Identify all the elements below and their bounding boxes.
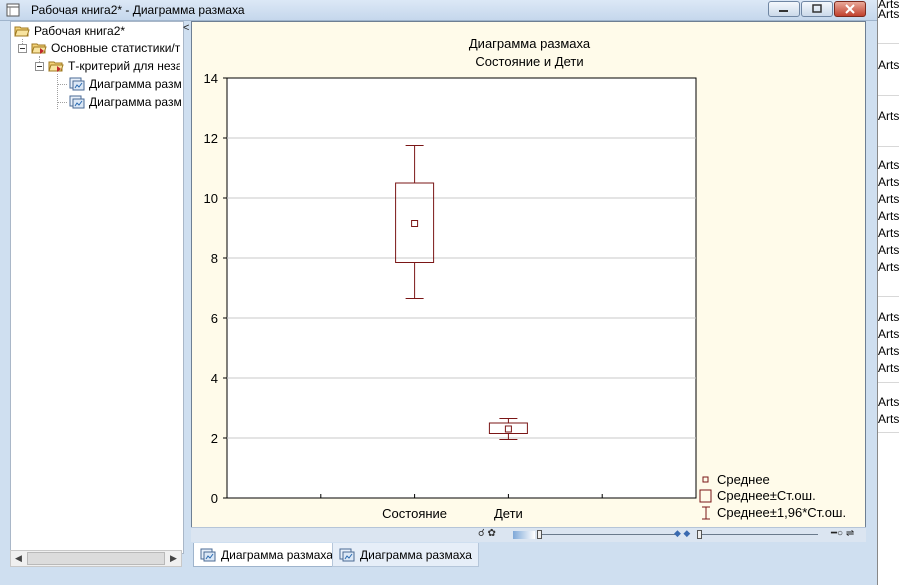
window-title: Рабочая книга2* - Диаграмма размаха xyxy=(31,3,245,17)
y-tick-label: 4 xyxy=(211,371,218,386)
sheet-cell[interactable]: Arts xyxy=(878,7,899,21)
tree-label: Т-критерий для неза xyxy=(68,59,180,73)
sheet-cell[interactable]: Arts xyxy=(878,158,899,172)
sheet-cell[interactable]: Arts xyxy=(878,192,899,206)
sheet-cell[interactable]: Arts xyxy=(878,412,899,426)
box-plot: 0 2 4 6 8 10 12 14 Состояние Дети xyxy=(204,71,697,521)
tab-graph-2[interactable]: Диаграмма размаха xyxy=(332,543,479,567)
tree-label: Основные статистики/т xyxy=(51,41,181,55)
sheet-row-divider xyxy=(878,382,899,383)
horizontal-scroll-track[interactable] xyxy=(538,534,678,535)
zoom-track[interactable] xyxy=(698,534,818,535)
minimize-icon xyxy=(779,10,788,12)
legend-item-ci: Среднее±1,96*Ст.ош. xyxy=(699,505,846,520)
scroll-right-icon[interactable]: ▶ xyxy=(166,552,181,565)
sheet-cell[interactable]: Arts xyxy=(878,175,899,189)
sheet-cell[interactable]: Arts xyxy=(878,260,899,274)
close-icon xyxy=(845,4,855,14)
folder-icon xyxy=(31,43,47,54)
workbook-tree[interactable]: Рабочая книга2* Основные статистики/т Т-… xyxy=(10,21,184,554)
tree-item-t-test[interactable]: Т-критерий для неза xyxy=(48,58,180,74)
y-tick-label: 2 xyxy=(211,431,218,446)
maximize-icon xyxy=(812,4,822,13)
x-tick-label: Дети xyxy=(494,506,523,521)
workbook-window: Рабочая книга2* - Диаграмма размаха Рабо… xyxy=(0,0,877,585)
graph-icon xyxy=(339,548,355,561)
workbook-app-icon xyxy=(6,3,20,17)
legend-label: Среднее±Ст.ош. xyxy=(717,488,816,503)
y-tick-label: 14 xyxy=(204,71,218,86)
horizontal-scroll-knob[interactable] xyxy=(537,530,542,539)
sheet-row-divider xyxy=(878,432,899,433)
graph-scroll-toolbar[interactable]: ☌ ✿ ◆ ◆ ━○ ⇌ xyxy=(191,527,866,542)
graph-icon xyxy=(69,77,85,91)
legend-item-se: Среднее±Ст.ош. xyxy=(699,488,816,503)
sheet-cell[interactable]: Arts xyxy=(878,209,899,223)
y-tick-label: 0 xyxy=(211,491,218,506)
close-button[interactable] xyxy=(834,1,866,17)
maximize-button[interactable] xyxy=(801,1,833,17)
tab-label: Диаграмма размаха xyxy=(360,547,472,562)
graph-icon xyxy=(200,548,216,561)
y-tick-label: 8 xyxy=(211,251,218,266)
tree-item-graph-2[interactable]: Диаграмма разм xyxy=(69,94,181,110)
scroll-left-icon[interactable]: ◀ xyxy=(11,552,26,565)
title-bar[interactable]: Рабочая книга2* - Диаграмма размаха xyxy=(0,0,877,21)
sheet-row-divider xyxy=(878,296,899,297)
background-spreadsheet[interactable]: Arts Arts Arts Arts Arts Arts Arts Arts Arts Arts… xyxy=(877,0,899,585)
sheet-row-divider xyxy=(878,95,899,96)
mean-marker-icon xyxy=(702,476,709,482)
x-tick-label: Состояние xyxy=(382,506,447,521)
y-tick-label: 12 xyxy=(204,131,218,146)
folder-icon xyxy=(48,61,64,72)
box-icon xyxy=(699,489,712,502)
tree-label: Диаграмма разм xyxy=(89,77,181,91)
minimize-button[interactable] xyxy=(768,1,800,17)
sheet-cell[interactable]: Arts xyxy=(878,310,899,324)
legend-item-mean: Среднее xyxy=(699,472,770,487)
tab-graph-1[interactable]: Диаграмма размаха xyxy=(193,543,340,567)
y-tick-label: 6 xyxy=(211,311,218,326)
tree-item-graph-1[interactable]: Диаграмма разм xyxy=(69,76,181,92)
tree-label: Рабочая книга2* xyxy=(34,24,126,38)
graph-tabs: Диаграмма размаха Диаграмма размаха xyxy=(191,542,866,568)
zoom-tools-icon[interactable]: ☌ ✿ xyxy=(478,528,496,539)
tree-item-basic-stats[interactable]: Основные статистики/т xyxy=(31,40,181,56)
tree-expander[interactable] xyxy=(35,62,44,71)
tree-connector xyxy=(57,84,67,85)
tree-connector xyxy=(57,102,67,103)
scroll-thumb[interactable] xyxy=(27,552,165,565)
tree-item-workbook[interactable]: Рабочая книга2* xyxy=(14,23,125,39)
tab-label: Диаграмма размаха xyxy=(221,547,333,562)
tree-horizontal-scrollbar[interactable]: ◀ ▶ xyxy=(10,550,182,567)
graph-icon xyxy=(69,95,85,109)
sheet-cell[interactable]: Arts xyxy=(878,226,899,240)
sheet-row-divider xyxy=(878,43,899,44)
tree-label: Диаграмма разм xyxy=(89,95,181,109)
legend-label: Среднее xyxy=(717,472,770,487)
scroll-arrows-icon[interactable]: ◆ ◆ xyxy=(674,528,690,539)
sheet-cell[interactable]: Arts xyxy=(878,109,899,123)
sheet-cell[interactable]: Arts xyxy=(878,361,899,375)
whisker-icon xyxy=(702,506,710,519)
sheet-cell[interactable]: Arts xyxy=(878,344,899,358)
legend-label: Среднее±1,96*Ст.ош. xyxy=(717,505,847,520)
zoom-slider-icon[interactable]: ━○ ⇌ xyxy=(831,528,854,539)
sheet-cell[interactable]: Arts xyxy=(878,243,899,257)
sheet-cell[interactable]: Arts xyxy=(878,327,899,341)
sheet-cell[interactable]: Arts xyxy=(878,395,899,409)
color-gradient-icon xyxy=(513,531,535,539)
y-tick-label: 10 xyxy=(204,191,218,206)
open-folder-icon xyxy=(14,26,30,37)
tree-connector xyxy=(57,74,58,109)
tree-expander[interactable] xyxy=(18,44,27,53)
sheet-row-divider xyxy=(878,146,899,147)
plot-area xyxy=(226,77,697,499)
graph-canvas[interactable]: Диаграмма размаха Состояние и Дети 02468… xyxy=(191,21,866,542)
collapse-panel-button[interactable]: < xyxy=(183,22,189,34)
zoom-knob[interactable] xyxy=(697,530,702,539)
sheet-cell[interactable]: Arts xyxy=(878,58,899,72)
